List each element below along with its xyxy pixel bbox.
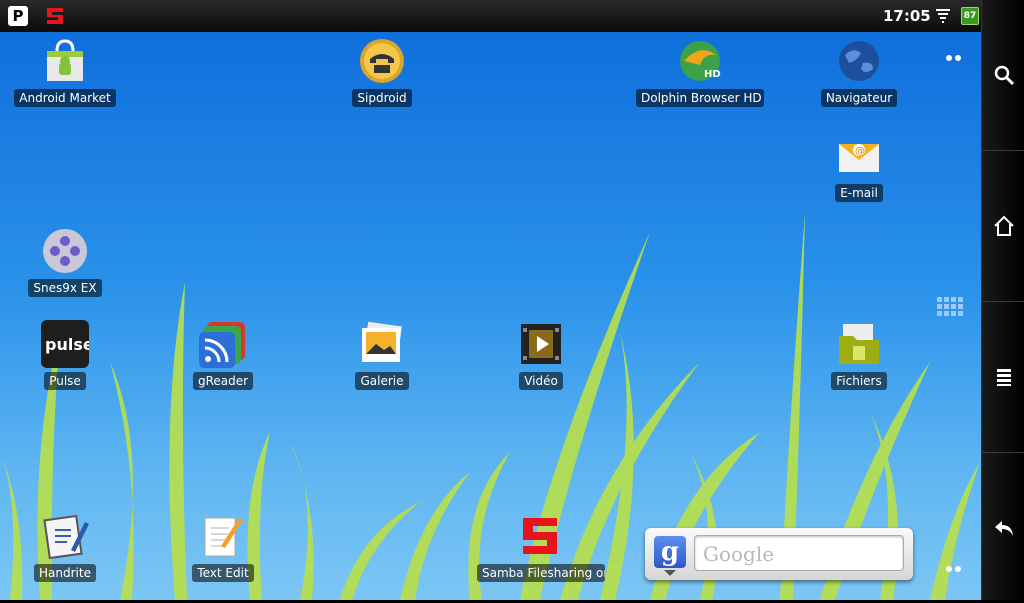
- svg-text:HD: HD: [704, 69, 721, 80]
- text-edit-pencil-icon: [204, 517, 243, 557]
- p-notification-icon[interactable]: P: [8, 6, 28, 26]
- back-button[interactable]: [982, 453, 1024, 603]
- system-nav-bar: [981, 0, 1024, 600]
- app-handrite[interactable]: Handrite: [0, 512, 130, 582]
- search-icon: [994, 65, 1014, 86]
- home-icon: [993, 215, 1014, 236]
- search-button[interactable]: [982, 0, 1024, 151]
- app-label: gReader: [192, 372, 254, 390]
- menu-button[interactable]: [982, 302, 1024, 453]
- search-source-dropdown-arrow[interactable]: [664, 570, 676, 576]
- sipdroid-phone-icon: [360, 39, 404, 83]
- app-galerie[interactable]: Galerie: [317, 320, 447, 390]
- rss-feed-icon: [199, 322, 245, 368]
- app-label: Samba Filesharing on: [477, 564, 605, 582]
- status-bar: P 17:05 87: [0, 0, 981, 32]
- app-samba-filesharing[interactable]: Samba Filesharing on: [476, 512, 606, 582]
- app-pulse[interactable]: pulse Pulse: [0, 320, 130, 390]
- google-search-widget: g Google: [645, 528, 913, 580]
- video-film-icon: [521, 324, 561, 364]
- app-snes9x[interactable]: Snes9x EX: [0, 227, 130, 297]
- app-greader[interactable]: gReader: [158, 320, 288, 390]
- app-label: Handrite: [34, 564, 96, 582]
- app-label: Text Edit: [192, 564, 254, 582]
- samba-notification-icon[interactable]: [44, 5, 66, 27]
- app-sipdroid[interactable]: Sipdroid: [317, 37, 447, 107]
- page-indicator-bottom: [946, 566, 964, 576]
- app-label: Dolphin Browser HD: [636, 89, 764, 107]
- app-label: E-mail: [835, 184, 883, 202]
- app-label: Pulse: [44, 372, 86, 390]
- gamepad-icon: [43, 229, 87, 273]
- handwriting-notepad-icon: [43, 514, 89, 560]
- app-label: Sipdroid: [352, 89, 412, 107]
- app-label: Vidéo: [519, 372, 563, 390]
- dolphin-browser-icon: HD: [680, 41, 721, 81]
- app-label: Fichiers: [831, 372, 887, 390]
- email-envelope-icon: @: [839, 144, 879, 172]
- google-search-input[interactable]: Google: [694, 535, 904, 571]
- page-indicator-top: [946, 55, 964, 65]
- app-navigateur[interactable]: Navigateur: [794, 37, 924, 107]
- app-android-market[interactable]: Android Market: [0, 37, 130, 107]
- app-text-edit[interactable]: Text Edit: [158, 512, 288, 582]
- app-email[interactable]: @ E-mail: [794, 132, 924, 202]
- samba-s-icon: [523, 518, 557, 554]
- home-button[interactable]: [982, 151, 1024, 302]
- svg-text:pulse: pulse: [45, 335, 89, 354]
- menu-icon: [996, 369, 1011, 386]
- app-dolphin-browser[interactable]: HD Dolphin Browser HD: [635, 37, 765, 107]
- wifi-icon: [936, 9, 950, 23]
- battery-icon: 87: [961, 7, 979, 25]
- gallery-photo-icon: [362, 321, 402, 362]
- google-logo-icon[interactable]: g: [654, 536, 686, 568]
- app-fichiers[interactable]: Fichiers: [794, 320, 924, 390]
- back-arrow-icon: [994, 521, 1013, 536]
- app-label: Android Market: [14, 89, 116, 107]
- app-label: Navigateur: [820, 89, 898, 107]
- android-market-icon: [47, 39, 83, 81]
- globe-icon: [839, 41, 879, 81]
- app-label: Snes9x EX: [28, 279, 102, 297]
- svg-text:@: @: [855, 146, 865, 157]
- app-video[interactable]: Vidéo: [476, 320, 606, 390]
- pulse-icon: pulse: [41, 320, 89, 368]
- clock: 17:05: [883, 7, 931, 25]
- app-label: Galerie: [355, 372, 409, 390]
- folder-files-icon: [839, 324, 879, 364]
- app-drawer-grid-icon[interactable]: [936, 296, 964, 318]
